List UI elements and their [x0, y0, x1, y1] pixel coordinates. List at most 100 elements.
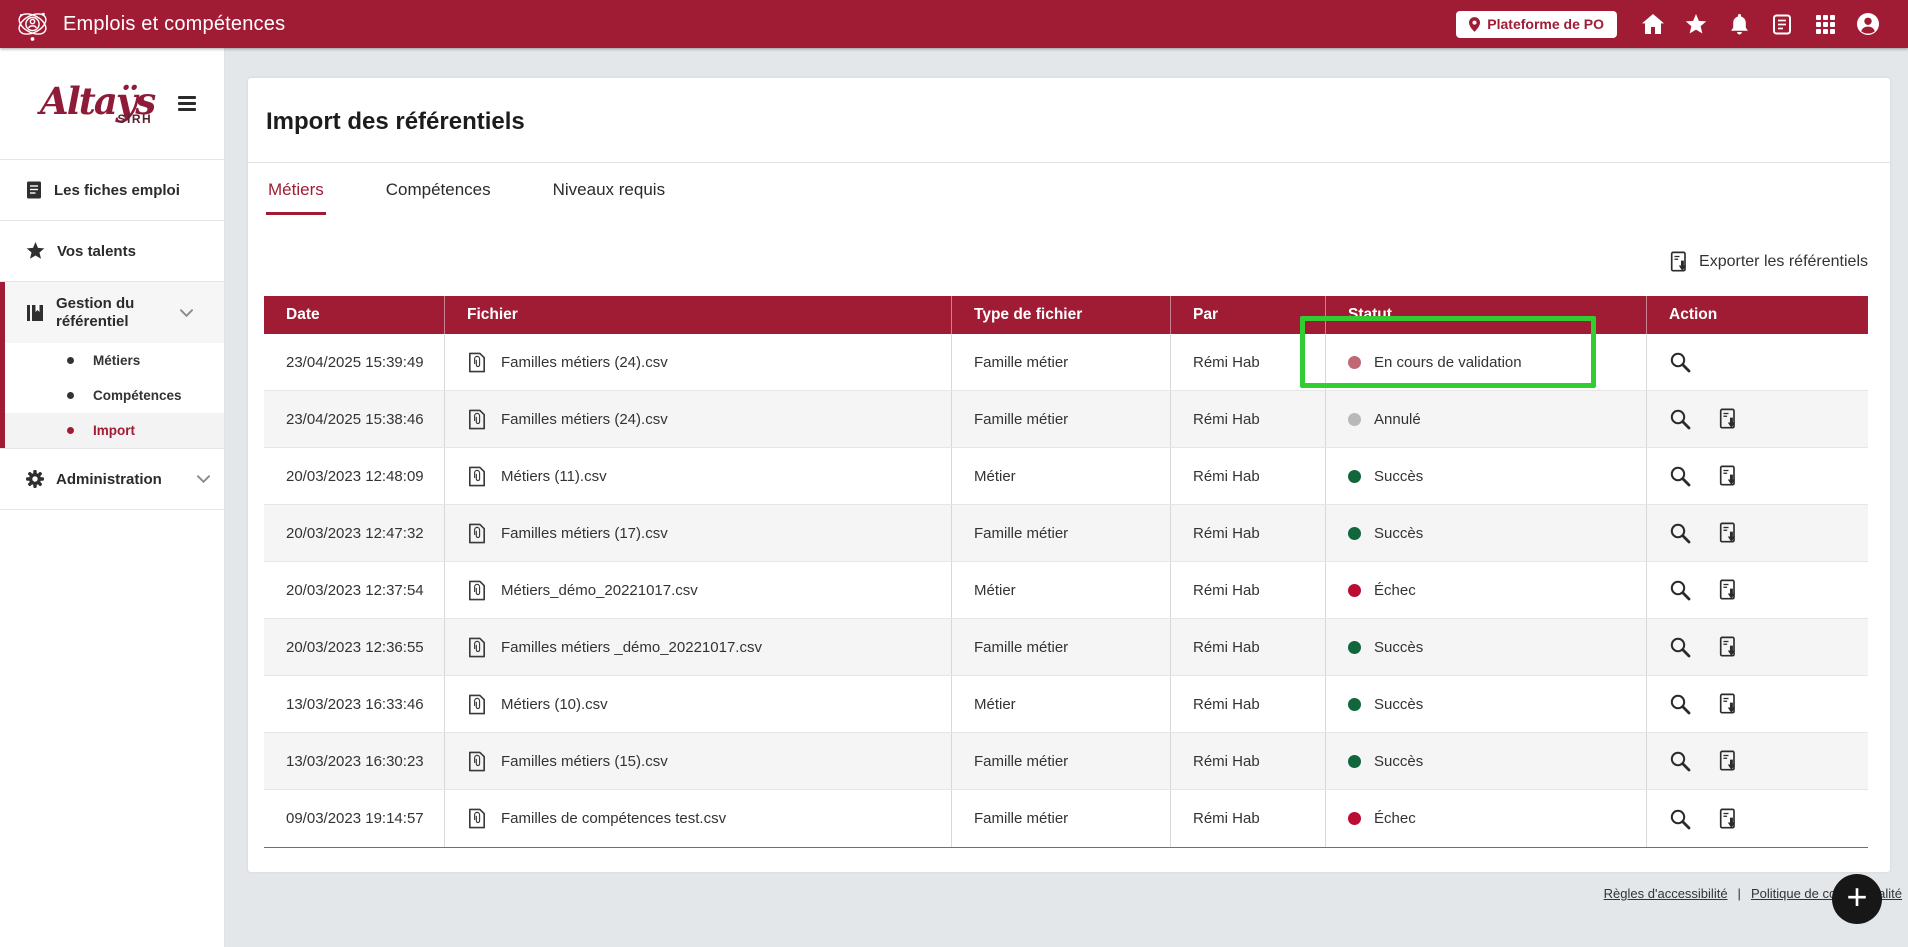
- cell-statut: Succès: [1325, 619, 1646, 675]
- file-name: Familles métiers (24).csv: [501, 353, 668, 371]
- attachment-file-icon: [467, 750, 487, 773]
- cell-type: Métier: [951, 448, 1170, 504]
- sidebar-item-fiches-emploi[interactable]: Les fiches emploi: [0, 160, 224, 221]
- status-dot: [1348, 697, 1361, 711]
- status-dot: [1348, 640, 1361, 654]
- view-details-magnifier-icon[interactable]: [1669, 808, 1691, 830]
- table-row: 09/03/2023 19:14:57 Familles de compétenc…: [264, 790, 1868, 847]
- sidebar-logo-block: Altaÿs SIRH: [0, 48, 224, 160]
- status-dot: [1348, 412, 1361, 426]
- table-header-row: Date Fichier Type de fichier Par Statut …: [264, 296, 1868, 334]
- view-details-magnifier-icon[interactable]: [1669, 693, 1691, 715]
- cell-statut: Échec: [1325, 562, 1646, 618]
- sidebar-subitem-import[interactable]: Import: [0, 413, 224, 448]
- sidebar-item-label: Administration: [56, 470, 162, 488]
- attachment-file-icon: [467, 465, 487, 488]
- cell-fichier: Familles métiers (24).csv: [444, 334, 951, 390]
- cell-par: Rémi Hab: [1170, 619, 1325, 675]
- status-label: Échec: [1374, 810, 1416, 827]
- tab-niveaux-requis[interactable]: Niveaux requis: [551, 163, 667, 215]
- apps-grid-icon[interactable]: [1813, 12, 1837, 36]
- download-report-icon[interactable]: [1719, 579, 1738, 601]
- sidebar-subitem-métiers[interactable]: Métiers: [0, 343, 224, 378]
- status-label: Succès: [1374, 638, 1424, 656]
- view-details-magnifier-icon[interactable]: [1669, 408, 1691, 430]
- status-dot: [1348, 812, 1361, 825]
- download-report-icon[interactable]: [1719, 808, 1738, 830]
- home-icon[interactable]: [1641, 12, 1665, 36]
- tab-métiers[interactable]: Métiers: [266, 163, 326, 215]
- location-pin-icon: [1469, 16, 1481, 32]
- download-report-icon[interactable]: [1719, 693, 1738, 715]
- accessibility-rules-link[interactable]: Règles d'accessibilité: [1604, 886, 1728, 901]
- app-logo-atom-icon: [16, 6, 49, 42]
- view-details-magnifier-icon[interactable]: [1669, 636, 1691, 658]
- status-dot: [1348, 355, 1361, 369]
- cell-par: Rémi Hab: [1170, 562, 1325, 618]
- tab-compétences[interactable]: Compétences: [384, 163, 493, 215]
- column-header-action: Action: [1646, 296, 1868, 334]
- favorites-star-icon[interactable]: [1684, 12, 1708, 36]
- cell-date: 23/04/2025 15:38:46: [286, 410, 424, 428]
- cell-par: Rémi Hab: [1170, 676, 1325, 732]
- status-dot: [1348, 526, 1361, 540]
- cell-type: Famille métier: [951, 790, 1170, 847]
- cell-type: Famille métier: [951, 334, 1170, 390]
- cell-type: Famille métier: [951, 619, 1170, 675]
- altays-logo[interactable]: Altaÿs SIRH: [40, 82, 156, 125]
- download-report-icon[interactable]: [1719, 750, 1738, 772]
- file-name: Familles de compétences test.csv: [501, 810, 727, 827]
- download-report-icon[interactable]: [1719, 465, 1738, 487]
- sidebar-item-gestion-referentiel[interactable]: Gestion du référentiel: [0, 282, 224, 343]
- sidebar-item-label: Les fiches emploi: [54, 181, 180, 199]
- download-report-icon[interactable]: [1719, 522, 1738, 544]
- sidebar-subitem-label: Compétences: [93, 388, 182, 403]
- account-avatar-icon[interactable]: [1856, 12, 1880, 36]
- status-dot: [1348, 469, 1361, 483]
- cell-date: 20/03/2023 12:37:54: [286, 581, 424, 599]
- sidebar-toggle-menu-icon[interactable]: [174, 92, 200, 115]
- cell-statut: En cours de validation: [1325, 334, 1646, 390]
- cell-date: 13/03/2023 16:33:46: [286, 695, 424, 713]
- sidebar-subitem-compétences[interactable]: Compétences: [0, 378, 224, 413]
- add-import-fab-button[interactable]: +: [1832, 874, 1882, 924]
- table-row: 20/03/2023 12:48:09 Métiers (11).csv Métie…: [264, 448, 1868, 505]
- top-header-bar: Emplois et compétences Plateforme de PO: [0, 0, 1908, 48]
- view-details-magnifier-icon[interactable]: [1669, 351, 1691, 373]
- content-card: Import des référentiels Métiers Compétenc…: [248, 78, 1890, 872]
- download-report-icon[interactable]: [1719, 636, 1738, 658]
- cell-fichier: Familles de compétences test.csv: [444, 790, 951, 847]
- cell-par: Rémi Hab: [1170, 448, 1325, 504]
- cell-statut: Annulé: [1325, 391, 1646, 447]
- cell-par: Rémi Hab: [1170, 334, 1325, 390]
- view-details-magnifier-icon[interactable]: [1669, 579, 1691, 601]
- cell-statut: Succès: [1325, 676, 1646, 732]
- export-referentiels-link[interactable]: Exporter les référentiels: [248, 251, 1868, 273]
- table-row: 23/04/2025 15:39:49 Familles métiers (24)…: [264, 334, 1868, 391]
- download-report-icon[interactable]: [1719, 408, 1738, 430]
- sidebar-subitems: Métiers Compétences Import: [0, 343, 224, 448]
- cell-type: Famille métier: [951, 391, 1170, 447]
- page-title: Import des référentiels: [266, 108, 525, 135]
- file-name: Métiers_démo_20221017.csv: [501, 581, 698, 599]
- view-details-magnifier-icon[interactable]: [1669, 750, 1691, 772]
- documentation-icon[interactable]: [1770, 12, 1794, 36]
- status-label: En cours de validation: [1374, 353, 1522, 371]
- cell-statut: Échec: [1325, 790, 1646, 847]
- cell-type: Famille métier: [951, 505, 1170, 561]
- cell-fichier: Métiers (11).csv: [444, 448, 951, 504]
- notifications-bell-icon[interactable]: [1727, 12, 1751, 36]
- column-header-par: Par: [1170, 296, 1325, 334]
- table-body: 23/04/2025 15:39:49 Familles métiers (24)…: [264, 334, 1868, 847]
- platform-button[interactable]: Plateforme de PO: [1456, 10, 1617, 38]
- attachment-file-icon: [467, 522, 487, 545]
- sidebar-item-administration[interactable]: Administration: [0, 449, 224, 510]
- sidebar-item-vos-talents[interactable]: Vos talents: [0, 221, 224, 282]
- chevron-down-icon: [180, 308, 193, 317]
- platform-button-label: Plateforme de PO: [1487, 16, 1604, 32]
- export-label: Exporter les référentiels: [1699, 253, 1868, 270]
- view-details-magnifier-icon[interactable]: [1669, 465, 1691, 487]
- cell-fichier: Familles métiers (17).csv: [444, 505, 951, 561]
- view-details-magnifier-icon[interactable]: [1669, 522, 1691, 544]
- file-name: Familles métiers _démo_20221017.csv: [501, 638, 762, 656]
